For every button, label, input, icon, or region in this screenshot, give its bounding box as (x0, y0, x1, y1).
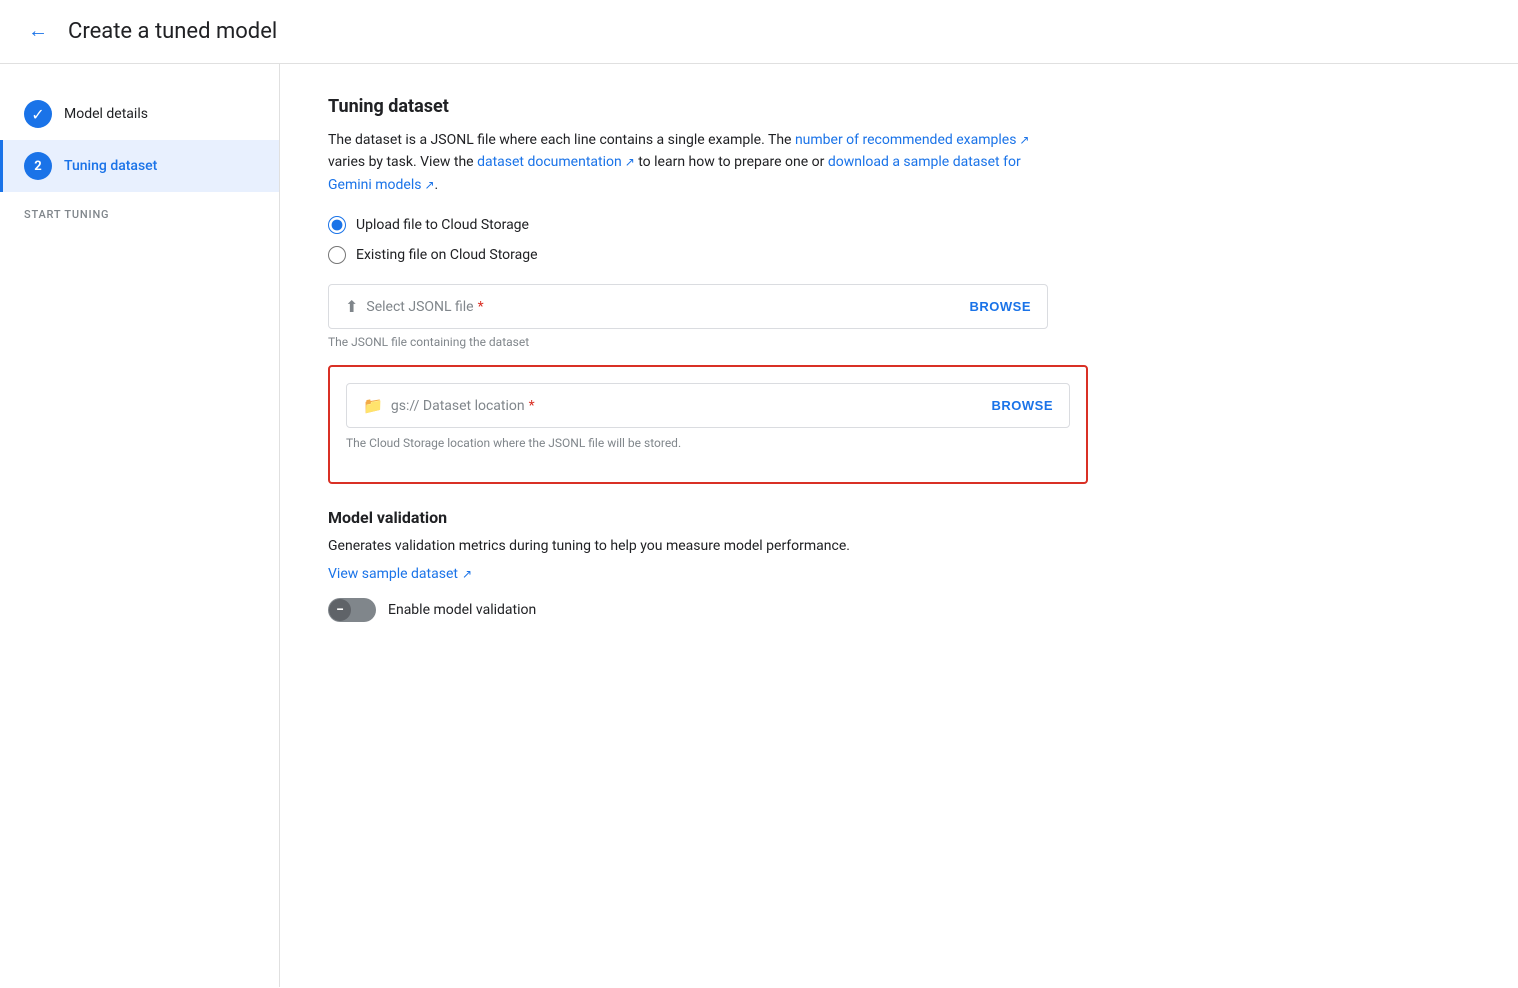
upload-file-radio[interactable] (328, 216, 346, 234)
dataset-location-container: 📁 gs:// Dataset location * BROWSE (346, 383, 1070, 428)
page-title: Create a tuned model (68, 19, 277, 44)
view-sample-dataset-link[interactable]: View sample dataset ↗ (328, 566, 472, 582)
jsonl-field-hint: The JSONL file containing the dataset (328, 335, 1048, 349)
jsonl-file-left: ⬆ Select JSONL file * (345, 297, 484, 316)
jsonl-placeholder: Select JSONL file (366, 299, 473, 315)
existing-file-label: Existing file on Cloud Storage (356, 247, 538, 263)
step-current-icon: 2 (24, 152, 52, 180)
dataset-location-placeholder: gs:// Dataset location (391, 398, 525, 414)
model-validation-title: Model validation (328, 508, 1470, 527)
model-validation-description: Generates validation metrics during tuni… (328, 535, 1048, 557)
model-validation-section: Model validation Generates validation me… (328, 508, 1470, 621)
upload-icon: ⬆ (345, 297, 358, 316)
dataset-documentation-link[interactable]: dataset documentation (477, 154, 635, 170)
existing-file-option[interactable]: Existing file on Cloud Storage (328, 246, 1470, 264)
enable-model-validation-row: − Enable model validation (328, 598, 1470, 622)
existing-file-radio[interactable] (328, 246, 346, 264)
toggle-thumb: − (329, 599, 351, 621)
jsonl-required-star: * (478, 299, 484, 315)
dataset-location-highlighted-section: 📁 gs:// Dataset location * BROWSE The Cl… (328, 365, 1088, 484)
dataset-location-left: 📁 gs:// Dataset location * (363, 396, 535, 415)
recommended-examples-link[interactable]: number of recommended examples (795, 132, 1030, 148)
toggle-minus-icon: − (336, 603, 344, 617)
dataset-location-required-star: * (529, 398, 535, 414)
sidebar-item-model-details[interactable]: ✓ Model details (0, 88, 279, 140)
main-layout: ✓ Model details 2 Tuning dataset START T… (0, 64, 1518, 987)
upload-file-option[interactable]: Upload file to Cloud Storage (328, 216, 1470, 234)
model-validation-toggle[interactable]: − (328, 598, 376, 622)
tuning-dataset-title: Tuning dataset (328, 96, 1470, 117)
toggle-track: − (328, 598, 376, 622)
dataset-location-browse-button[interactable]: BROWSE (992, 398, 1054, 413)
tuning-dataset-section: Tuning dataset The dataset is a JSONL fi… (328, 96, 1470, 484)
sidebar-section-label: START TUNING (0, 192, 279, 229)
tuning-dataset-description: The dataset is a JSONL file where each l… (328, 129, 1048, 196)
folder-icon: 📁 (363, 396, 383, 415)
upload-file-label: Upload file to Cloud Storage (356, 217, 529, 233)
main-content: Tuning dataset The dataset is a JSONL fi… (280, 64, 1518, 987)
back-icon: ← (28, 20, 48, 43)
sidebar: ✓ Model details 2 Tuning dataset START T… (0, 64, 280, 987)
model-validation-toggle-label: Enable model validation (388, 602, 536, 618)
jsonl-file-input-container: ⬆ Select JSONL file * BROWSE (328, 284, 1048, 329)
sidebar-item-label: Model details (64, 106, 148, 122)
back-button[interactable]: ← (24, 16, 52, 47)
upload-method-radio-group: Upload file to Cloud Storage Existing fi… (328, 216, 1470, 264)
dataset-location-hint: The Cloud Storage location where the JSO… (346, 436, 1066, 450)
external-link-icon: ↗ (462, 567, 472, 581)
sidebar-item-label-active: Tuning dataset (64, 158, 157, 174)
page-header: ← Create a tuned model (0, 0, 1518, 64)
step-completed-icon: ✓ (24, 100, 52, 128)
sidebar-item-tuning-dataset[interactable]: 2 Tuning dataset (0, 140, 279, 192)
jsonl-browse-button[interactable]: BROWSE (970, 299, 1032, 314)
